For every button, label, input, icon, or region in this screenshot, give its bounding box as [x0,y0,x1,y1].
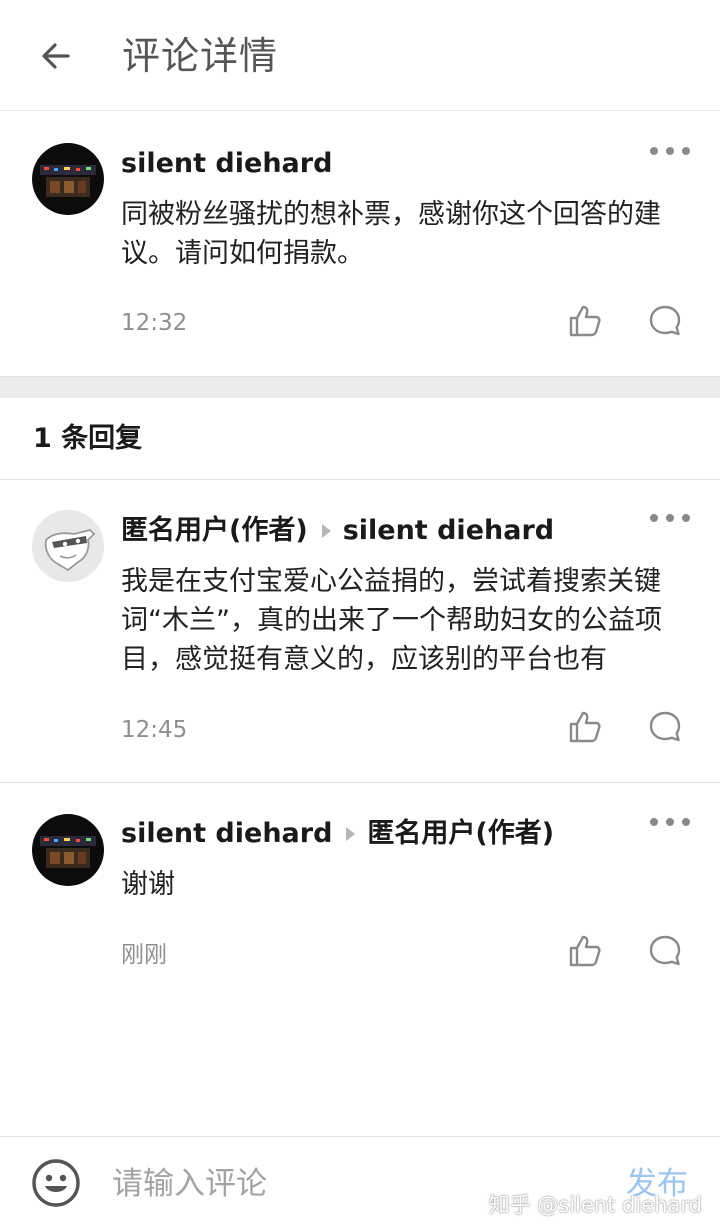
back-button[interactable] [28,30,84,82]
comment-time: 12:32 [121,310,188,336]
page-title: 评论详情 [122,34,279,78]
comment-bubble-icon [649,305,681,336]
author-name[interactable]: 匿名用户(作者) [121,511,308,551]
author-name[interactable]: silent diehard [121,144,332,184]
more-button[interactable] [650,139,690,163]
thumbs-up-icon [569,711,601,743]
like-button[interactable] [563,299,607,343]
thumbs-up-icon [569,305,601,337]
more-button[interactable] [650,506,690,530]
reply-item: silent diehard 匿名用户(作者) 谢谢 刚刚 [0,783,720,1013]
smiley-icon [32,1159,80,1207]
reply-to-name[interactable]: 匿名用户(作者) [367,814,554,854]
comment-bubble-icon [649,711,681,742]
reply-text: 谢谢 [121,869,175,900]
more-dots-icon [650,147,658,155]
comment-input-bar: 发布 知乎 @silent diehard [0,1136,720,1231]
more-button[interactable] [650,810,690,834]
reply-button[interactable] [643,299,687,343]
reply-author-line: silent diehard 匿名用户(作者) [121,814,554,854]
avatar[interactable] [32,510,104,582]
avatar[interactable] [32,814,104,886]
author-name[interactable]: silent diehard [121,814,332,854]
comment-detail-page: 评论详情 silent diehard 同被粉丝骚扰的想补票，感谢你这个回答的建… [0,0,720,1231]
thumbs-up-icon [569,935,601,967]
section-separator [0,376,720,398]
reply-item: 匿名用户(作者) silent diehard 我是在支付宝爱心公益捐的，尝试着… [0,480,720,782]
emoji-button[interactable] [30,1157,82,1209]
more-dots-icon [650,818,658,826]
avatar-night-photo [32,143,104,215]
reply-to-name[interactable]: silent diehard [343,511,554,551]
anonymous-avatar-icon [32,510,104,582]
reply-text: 我是在支付宝爱心公益捐的，尝试着搜索关键词“木兰”，真的出来了一个帮助妇女的公益… [121,566,662,675]
reply-button[interactable] [643,929,687,973]
like-button[interactable] [563,705,607,749]
comment-text: 同被粉丝骚扰的想补票，感谢你这个回答的建议。请问如何捐款。 [121,199,661,269]
avatar-night-photo [32,814,104,886]
reply-count-label: 1 条回复 [33,423,143,454]
top-bar: 评论详情 [0,0,720,111]
main-comment: silent diehard 同被粉丝骚扰的想补票，感谢你这个回答的建议。请问如… [0,112,720,376]
watermark: 知乎 @silent diehard [488,1193,702,1217]
arrow-left-icon [42,43,70,69]
comment-bubble-icon [649,935,681,966]
comment-author-line: silent diehard [121,144,332,184]
more-dots-icon [650,514,658,522]
avatar[interactable] [32,143,104,215]
reply-author-line: 匿名用户(作者) silent diehard [121,511,554,551]
reply-to-arrow-icon [321,524,331,538]
like-button[interactable] [563,929,607,973]
reply-to-arrow-icon [346,827,356,841]
reply-button[interactable] [643,705,687,749]
reply-time: 刚刚 [121,942,167,968]
reply-time: 12:45 [121,717,188,743]
